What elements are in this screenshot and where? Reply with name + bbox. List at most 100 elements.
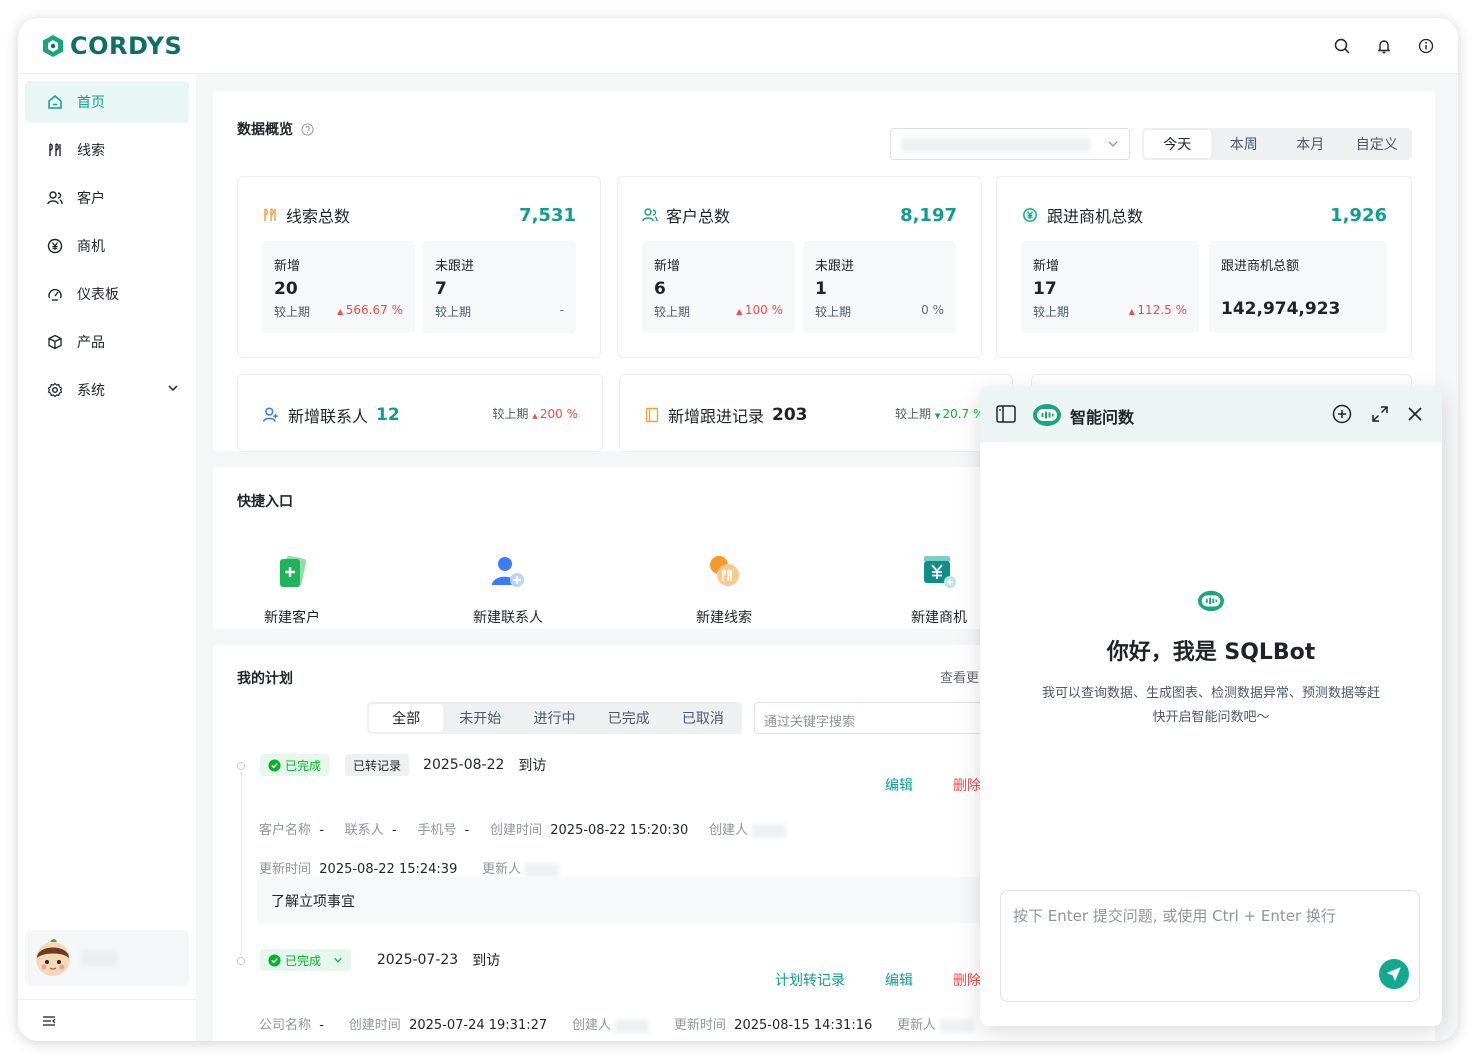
leads-icon — [49, 143, 61, 156]
range-custom[interactable]: 自定义 — [1344, 130, 1411, 158]
sqlbot-title: 智能问数 — [1070, 408, 1135, 427]
department-select[interactable] — [890, 128, 1130, 160]
opportunities-amount-box: 跟进商机总额 142,974,923 — [1209, 241, 1387, 333]
avatar — [36, 939, 70, 976]
tab-in-progress[interactable]: 进行中 — [517, 704, 591, 732]
tab-cancelled[interactable]: 已取消 — [666, 704, 740, 732]
plan-note: 了解立项事宜 — [257, 877, 997, 923]
new-contact-button[interactable]: 新建联系人 — [453, 553, 563, 627]
leads-icon — [264, 208, 276, 221]
sqlbot-description: 我可以查询数据、生成图表、检测数据异常、预测数据等赶 — [1041, 686, 1380, 701]
sidebar-item-leads[interactable]: 线索 — [25, 129, 189, 171]
sidebar-item-label: 系统 — [77, 383, 105, 399]
customers-icon — [642, 208, 658, 222]
tab-all[interactable]: 全部 — [369, 704, 444, 732]
new-contacts-card[interactable]: 新增联系人 12 较上期 ▲ 200 % — [237, 374, 603, 452]
send-button[interactable] — [1379, 959, 1409, 989]
quick-entry-title: 快捷入口 — [237, 494, 293, 510]
new-followup-records-card[interactable]: 新增跟进记录 203 较上期 ▼ 20.7 % — [619, 374, 1013, 452]
status-dropdown[interactable]: 已完成 — [260, 949, 351, 971]
record-icon — [645, 407, 659, 423]
sidebar-item-label: 商机 — [77, 239, 105, 255]
delete-button[interactable]: 删除 — [953, 970, 981, 990]
plan-meta: 更新时间 2025-08-22 15:24:39 更新人 — [259, 858, 560, 877]
edit-button[interactable]: 编辑 — [885, 970, 913, 990]
new-lead-button[interactable]: 新建线索 — [669, 553, 779, 627]
edit-button[interactable]: 编辑 — [885, 775, 913, 795]
sidebar-item-customers[interactable]: 客户 — [25, 177, 189, 219]
plan-search-input[interactable]: 通过关键字搜索 — [754, 702, 994, 734]
add-user-icon — [262, 407, 278, 422]
leads-total-value: 7,531 — [519, 205, 576, 226]
leads-new-box: 新增 20 较上期 ▲ 566.67 % — [262, 241, 415, 333]
range-today[interactable]: 今天 — [1144, 130, 1211, 158]
top-bar: CORDYS — [18, 18, 1458, 74]
customers-unfollowed-box: 未跟进 1 较上期 0 % — [803, 241, 956, 333]
date-range-tabs: 今天 本周 本月 自定义 — [1142, 128, 1412, 160]
user-profile[interactable] — [25, 930, 189, 986]
select-value-redacted — [901, 138, 1091, 152]
sqlbot-header: 智能问数 — [980, 386, 1442, 442]
converted-tag: 已转记录 — [345, 754, 410, 776]
view-more-link[interactable]: 查看更 — [940, 667, 979, 686]
yuan-icon — [1022, 207, 1038, 223]
app-window: CORDYS 首页 线索 客户 商机 仪表板 产品 系统 数据概览 今天 本周 … — [18, 18, 1458, 1041]
customers-icon — [47, 191, 63, 205]
brand-logo[interactable]: CORDYS — [40, 32, 182, 60]
expand-icon[interactable] — [1372, 406, 1388, 422]
plan-type: 到访 — [518, 758, 547, 774]
tab-not-started[interactable]: 未开始 — [443, 704, 517, 732]
tab-completed[interactable]: 已完成 — [592, 704, 666, 732]
opportunities-total-value: 1,926 — [1330, 205, 1387, 226]
sidebar-item-label: 线索 — [77, 143, 105, 159]
new-lead-icon — [710, 556, 739, 586]
status-badge[interactable]: 已完成 — [260, 754, 330, 776]
customers-total-card[interactable]: 客户总数 8,197 新增 6 较上期 ▲ 100 % 未跟进 1 较上期 0 … — [617, 176, 982, 358]
timeline-line — [241, 772, 242, 955]
user-name-redacted — [81, 950, 117, 966]
opportunities-total-card[interactable]: 跟进商机总数 1,926 新增 17 较上期 ▲ 112.5 % 跟进商机总额 … — [996, 176, 1412, 358]
range-week[interactable]: 本周 — [1211, 130, 1278, 158]
customers-total-value: 8,197 — [900, 205, 957, 226]
sidebar-item-products[interactable]: 产品 — [25, 321, 189, 363]
bell-icon[interactable] — [1374, 36, 1394, 56]
sidebar-item-home[interactable]: 首页 — [25, 81, 189, 123]
leads-total-card[interactable]: 线索总数 7,531 新增 20 较上期 ▲ 566.67 % 未跟进 7 较上… — [237, 176, 601, 358]
new-chat-icon[interactable] — [1332, 404, 1352, 424]
gear-icon — [47, 382, 63, 398]
sidebar-footer — [18, 999, 196, 1041]
convert-to-record-button[interactable]: 计划转记录 — [775, 970, 845, 990]
range-month[interactable]: 本月 — [1277, 130, 1344, 158]
sqlbot-panel: 智能问数 你好，我是 SQLBot 我可以查询数据、生成图表、检测数据异常、预测… — [980, 386, 1442, 1026]
cordys-logo-icon — [43, 35, 63, 57]
sidebar-item-label: 仪表板 — [77, 287, 119, 303]
sidebar-item-dashboard[interactable]: 仪表板 — [25, 273, 189, 315]
plan-meta: 公司名称 - 创建时间 2025-07-24 19:31:27 创建人 更新时间… — [259, 1014, 975, 1033]
new-opportunity-icon — [924, 556, 956, 588]
search-icon[interactable] — [1332, 36, 1352, 56]
check-circle-icon — [268, 953, 281, 967]
my-plans-title: 我的计划 — [237, 671, 293, 687]
sqlbot-question-input[interactable]: 按下 Enter 提交问题, 或使用 Ctrl + Enter 换行 — [1000, 890, 1420, 1002]
timeline-dot — [237, 762, 245, 770]
leads-unfollowed-box: 未跟进 7 较上期 - — [423, 241, 576, 333]
new-contact-icon — [492, 557, 524, 587]
info-icon[interactable] — [1416, 36, 1436, 56]
plan-row: 已完成 已转记录 2025-08-22 到访 — [260, 754, 546, 776]
collapse-menu-icon[interactable] — [42, 1014, 56, 1032]
sqlbot-description-2: 快开启智能问数吧～ — [1152, 710, 1270, 725]
close-icon[interactable] — [1407, 406, 1423, 422]
box-icon — [48, 334, 62, 350]
sidebar-item-system[interactable]: 系统 — [25, 369, 189, 411]
chevron-down-icon — [168, 385, 178, 392]
home-icon — [48, 95, 62, 109]
delete-button[interactable]: 删除 — [953, 775, 981, 795]
customers-new-box: 新增 6 较上期 ▲ 100 % — [642, 241, 795, 333]
sidebar-toggle-icon[interactable] — [996, 405, 1016, 423]
help-icon[interactable] — [301, 122, 314, 136]
check-circle-icon — [268, 758, 281, 772]
new-opportunity-button[interactable]: 新建商机 — [884, 553, 994, 627]
brand-name: CORDYS — [70, 32, 183, 60]
sidebar-item-opportunities[interactable]: 商机 — [25, 225, 189, 267]
new-customer-button[interactable]: 新建客户 — [237, 553, 347, 627]
